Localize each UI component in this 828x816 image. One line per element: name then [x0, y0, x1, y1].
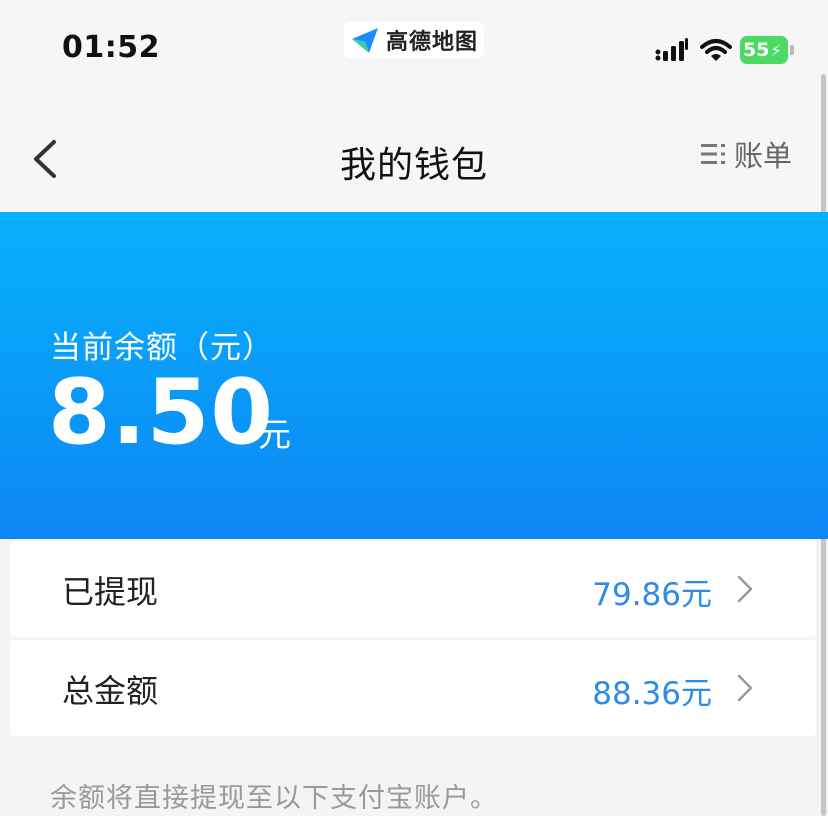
list-icon [701, 144, 725, 164]
battery-tip [790, 45, 794, 55]
charging-bolt-icon: ⚡ [770, 40, 782, 60]
bills-label: 账单 [734, 139, 793, 173]
balance-unit: 元 [258, 415, 291, 454]
battery-indicator: 55 ⚡ [740, 36, 788, 64]
chevron-right-icon [737, 674, 753, 702]
total-amount-row[interactable]: 总金额 88.36元 [10, 640, 816, 736]
withdrawn-row[interactable]: 已提现 79.86元 [10, 541, 816, 637]
bills-button[interactable]: 账单 [700, 134, 792, 174]
balance-banner: 当前余额（元） 8.50 元 [0, 212, 828, 539]
wifi-icon [700, 39, 732, 61]
nav-bar: 我的钱包 账单 [0, 100, 820, 212]
app-badge[interactable]: 高德地图 [344, 22, 484, 58]
chevron-right-icon [737, 575, 753, 603]
status-bar: 01:52 高德地图 55 ⚡ [0, 0, 828, 100]
amap-logo-icon [351, 28, 378, 53]
withdraw-footnote: 余额将直接提现至以下支付宝账户。 [50, 783, 498, 814]
battery-level: 55 [743, 39, 770, 61]
app-name: 高德地图 [385, 30, 478, 55]
withdrawn-label: 已提现 [62, 573, 159, 611]
total-amount-label: 总金额 [62, 672, 159, 710]
withdrawn-value: 79.86元 [592, 577, 712, 613]
cellular-signal-icon [655, 38, 688, 61]
status-time: 01:52 [62, 30, 160, 65]
balance-amount: 8.50 [48, 360, 275, 465]
total-amount-value: 88.36元 [592, 676, 712, 712]
